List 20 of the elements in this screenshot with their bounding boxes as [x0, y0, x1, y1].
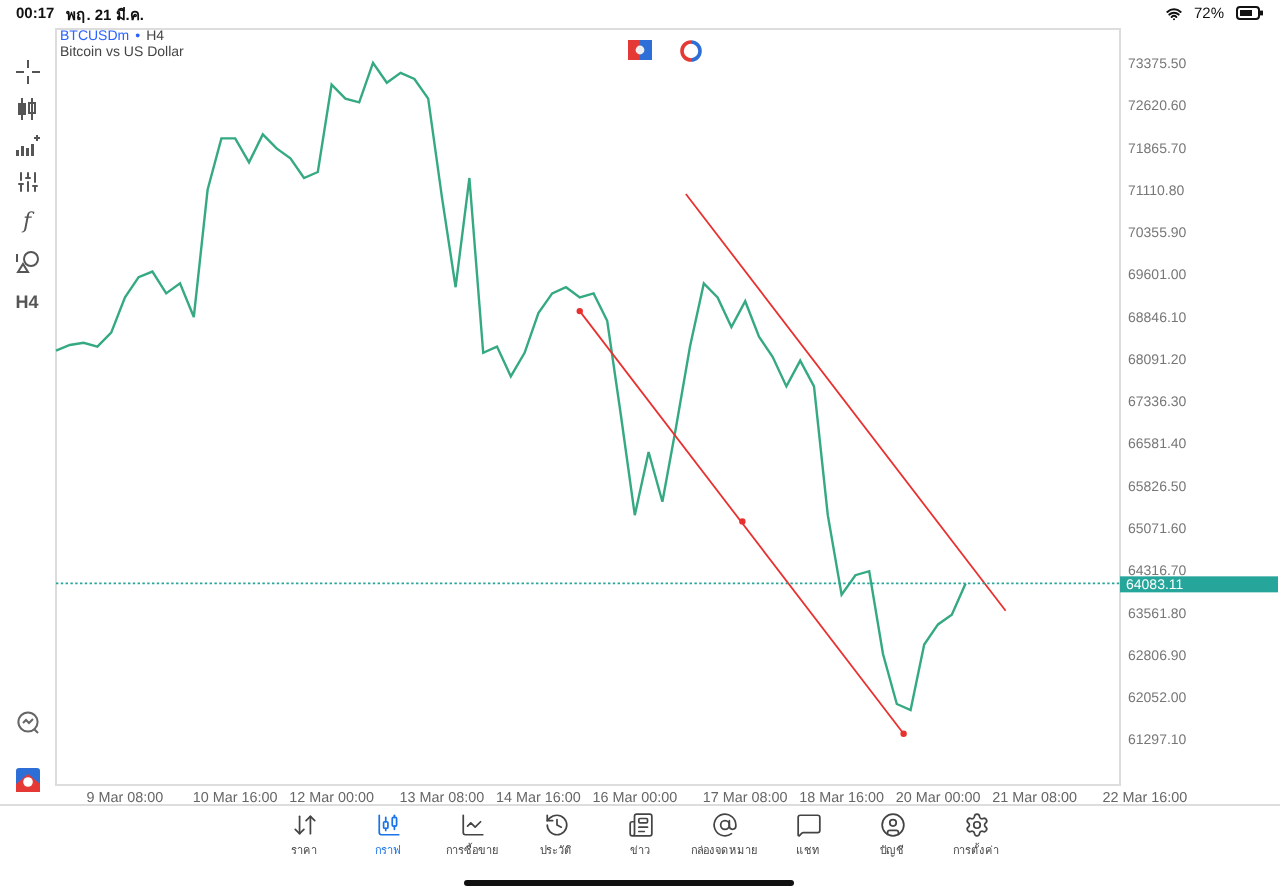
app-logo-icon[interactable]	[15, 768, 39, 793]
candlestick-icon	[375, 812, 401, 839]
shapes-icon[interactable]	[15, 249, 39, 274]
line-chart-icon	[459, 812, 485, 839]
newspaper-icon	[627, 812, 653, 839]
bar-chart-icon[interactable]	[15, 133, 39, 156]
at-sign-icon	[711, 812, 737, 839]
sliders-icon[interactable]	[15, 169, 39, 194]
trend-line[interactable]	[576, 307, 907, 737]
user-icon	[879, 812, 905, 839]
battery-icon	[1236, 6, 1264, 21]
settings-icon	[963, 812, 989, 839]
timeframe-button[interactable]: H4	[15, 287, 39, 316]
wifi-icon	[1165, 5, 1182, 22]
candlestick-icon[interactable]	[16, 97, 38, 120]
crosshair-icon[interactable]	[15, 59, 39, 84]
chat-icon	[795, 812, 821, 839]
history-icon	[543, 812, 569, 839]
arrows-icon	[291, 812, 317, 839]
function-icon[interactable]: f	[22, 207, 32, 236]
